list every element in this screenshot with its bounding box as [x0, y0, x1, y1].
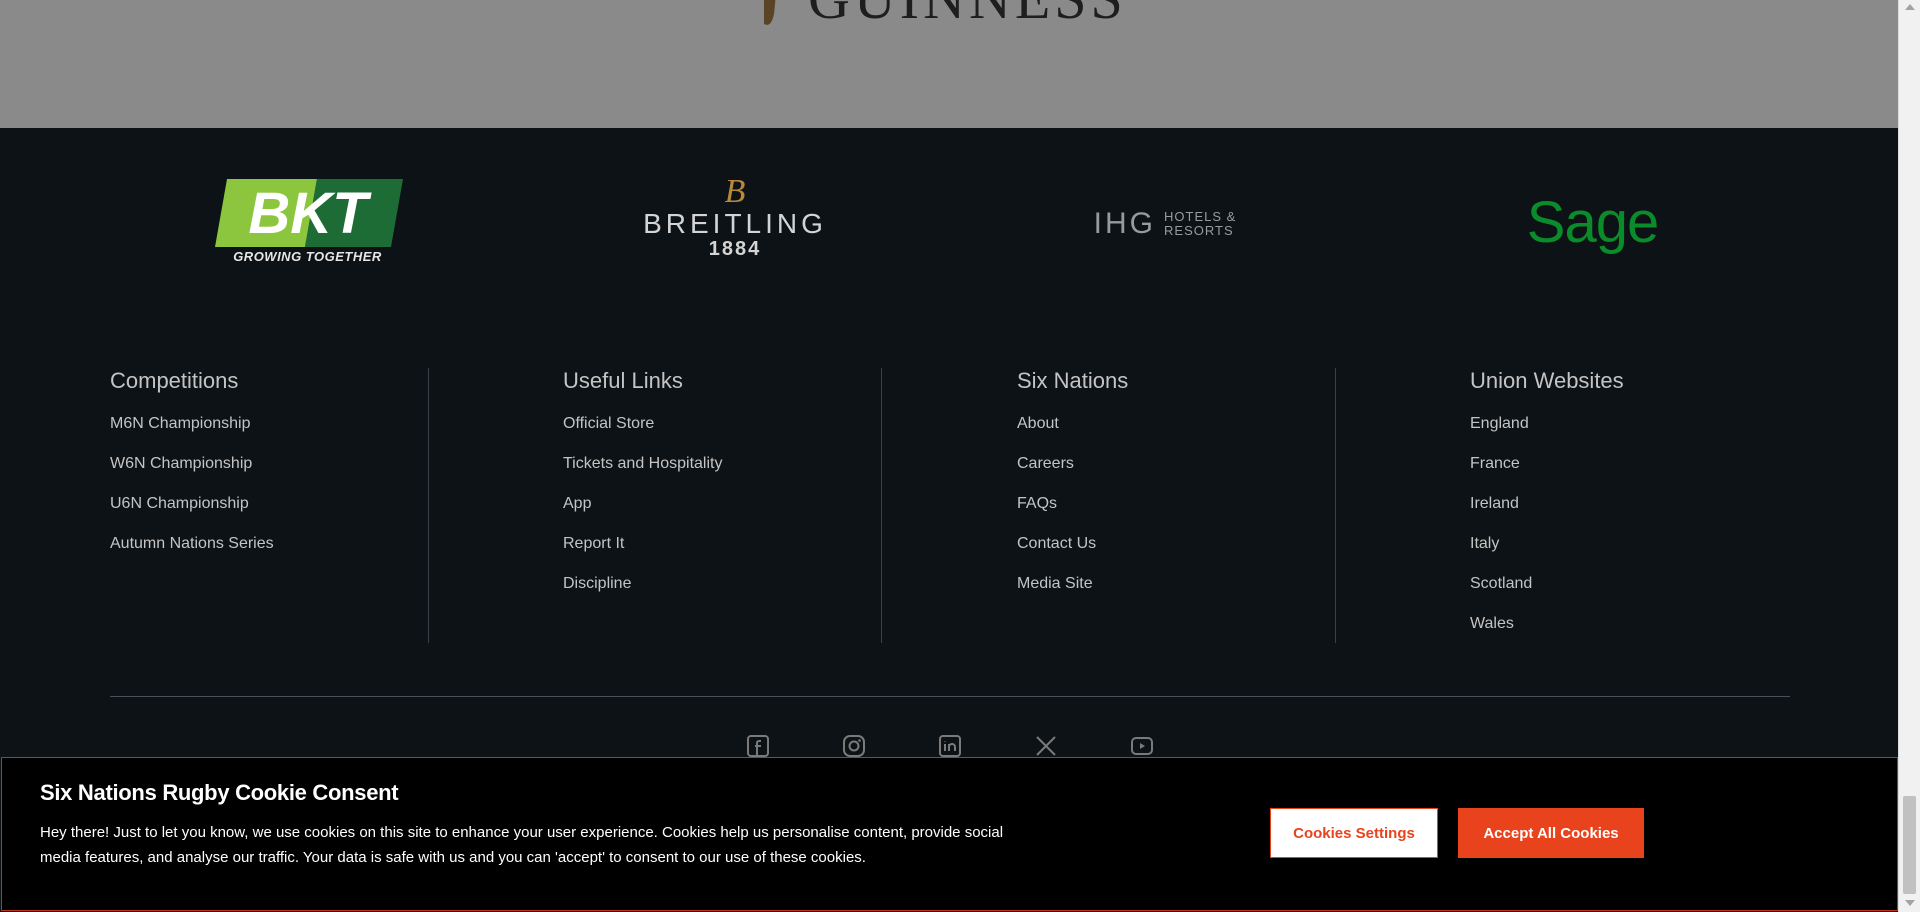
sage-wordmark: Sage [1526, 189, 1659, 255]
footer-link[interactable]: Media Site [1017, 574, 1128, 594]
bkt-mark-icon: BKT [214, 178, 403, 247]
footer-link[interactable]: Official Store [563, 414, 722, 434]
breitling-name: BREITLING [643, 208, 827, 239]
scroll-up-arrow-icon[interactable] [1905, 4, 1915, 10]
footer-link[interactable]: Wales [1470, 614, 1624, 634]
footer-link[interactable]: Discipline [563, 574, 722, 594]
ihg-sub-line2: RESORTS [1164, 223, 1234, 238]
footer-link[interactable]: England [1470, 414, 1624, 434]
bkt-logo[interactable]: BKT GROWING TOGETHER [210, 176, 405, 266]
column-title: Competitions [110, 368, 239, 393]
sage-logo[interactable]: Sage [1525, 182, 1660, 262]
breitling-logo[interactable]: B BREITLING 1884 [640, 172, 830, 262]
footer-column-useful-links: Useful Links Official Store Tickets and … [563, 368, 722, 614]
footer-link[interactable]: Contact Us [1017, 534, 1128, 554]
scroll-down-arrow-icon[interactable] [1905, 900, 1915, 906]
footer-link[interactable]: About [1017, 414, 1128, 434]
cookies-settings-button[interactable]: Cookies Settings [1270, 808, 1438, 858]
footer-link[interactable]: Italy [1470, 534, 1624, 554]
footer-link[interactable]: Report It [563, 534, 722, 554]
ihg-logo[interactable]: IHG HOTELS & RESORTS [1085, 204, 1245, 244]
cookie-consent-banner: Six Nations Rugby Cookie Consent Hey the… [1, 757, 1898, 911]
ihg-subtitle: HOTELS & RESORTS [1164, 210, 1236, 238]
guinness-wordmark: GUINNESS [808, 0, 1127, 28]
footer-column-six-nations: Six Nations About Careers FAQs Contact U… [1017, 368, 1128, 614]
scrollbar-thumb[interactable] [1903, 796, 1916, 894]
footer-link[interactable]: W6N Championship [110, 454, 274, 474]
footer-link[interactable]: FAQs [1017, 494, 1128, 514]
bkt-tagline: GROWING TOGETHER [233, 248, 382, 264]
footer-link[interactable]: Careers [1017, 454, 1128, 474]
bkt-mark-text: BKT [248, 181, 372, 246]
footer-link[interactable]: Scotland [1470, 574, 1624, 594]
cookie-description: Hey there! Just to let you know, we use … [40, 824, 1004, 866]
footer-link[interactable]: Ireland [1470, 494, 1624, 514]
column-title: Union Websites [1470, 368, 1624, 393]
breitling-monogram: B [724, 173, 746, 210]
scrollbar[interactable] [1898, 0, 1920, 912]
facebook-icon[interactable] [746, 734, 770, 758]
cookie-title: Six Nations Rugby Cookie Consent [40, 780, 399, 805]
accept-all-cookies-button[interactable]: Accept All Cookies [1458, 808, 1644, 858]
column-divider [1335, 368, 1336, 643]
breitling-year: 1884 [708, 238, 762, 260]
footer-link[interactable]: U6N Championship [110, 494, 274, 514]
guinness-logo[interactable]: GUINNESS [760, 0, 1127, 28]
footer-link[interactable]: Autumn Nations Series [110, 534, 274, 554]
footer-divider [110, 696, 1790, 697]
footer-link[interactable]: App [563, 494, 722, 514]
linkedin-icon[interactable] [938, 734, 962, 758]
social-links [746, 734, 1154, 758]
youtube-icon[interactable] [1130, 734, 1154, 758]
x-icon[interactable] [1034, 734, 1058, 758]
footer-column-union-websites: Union Websites England France Ireland It… [1470, 368, 1624, 654]
ihg-sub-line1: HOTELS & [1164, 209, 1237, 224]
footer-link[interactable]: M6N Championship [110, 414, 274, 434]
footer-link[interactable]: Tickets and Hospitality [563, 454, 722, 474]
page: GUINNESS BKT GROWING TOGETHER B BREITLIN… [0, 0, 1920, 912]
ihg-mark: IHG [1093, 207, 1157, 240]
guinness-sponsor-band: GUINNESS [0, 0, 1898, 128]
harp-icon [764, 0, 776, 25]
footer-link[interactable]: France [1470, 454, 1624, 474]
column-divider [428, 368, 429, 643]
column-title: Six Nations [1017, 368, 1129, 393]
column-divider [881, 368, 882, 643]
column-title: Useful Links [563, 368, 683, 393]
instagram-icon[interactable] [842, 734, 866, 758]
footer-column-competitions: Competitions M6N Championship W6N Champi… [110, 368, 274, 574]
